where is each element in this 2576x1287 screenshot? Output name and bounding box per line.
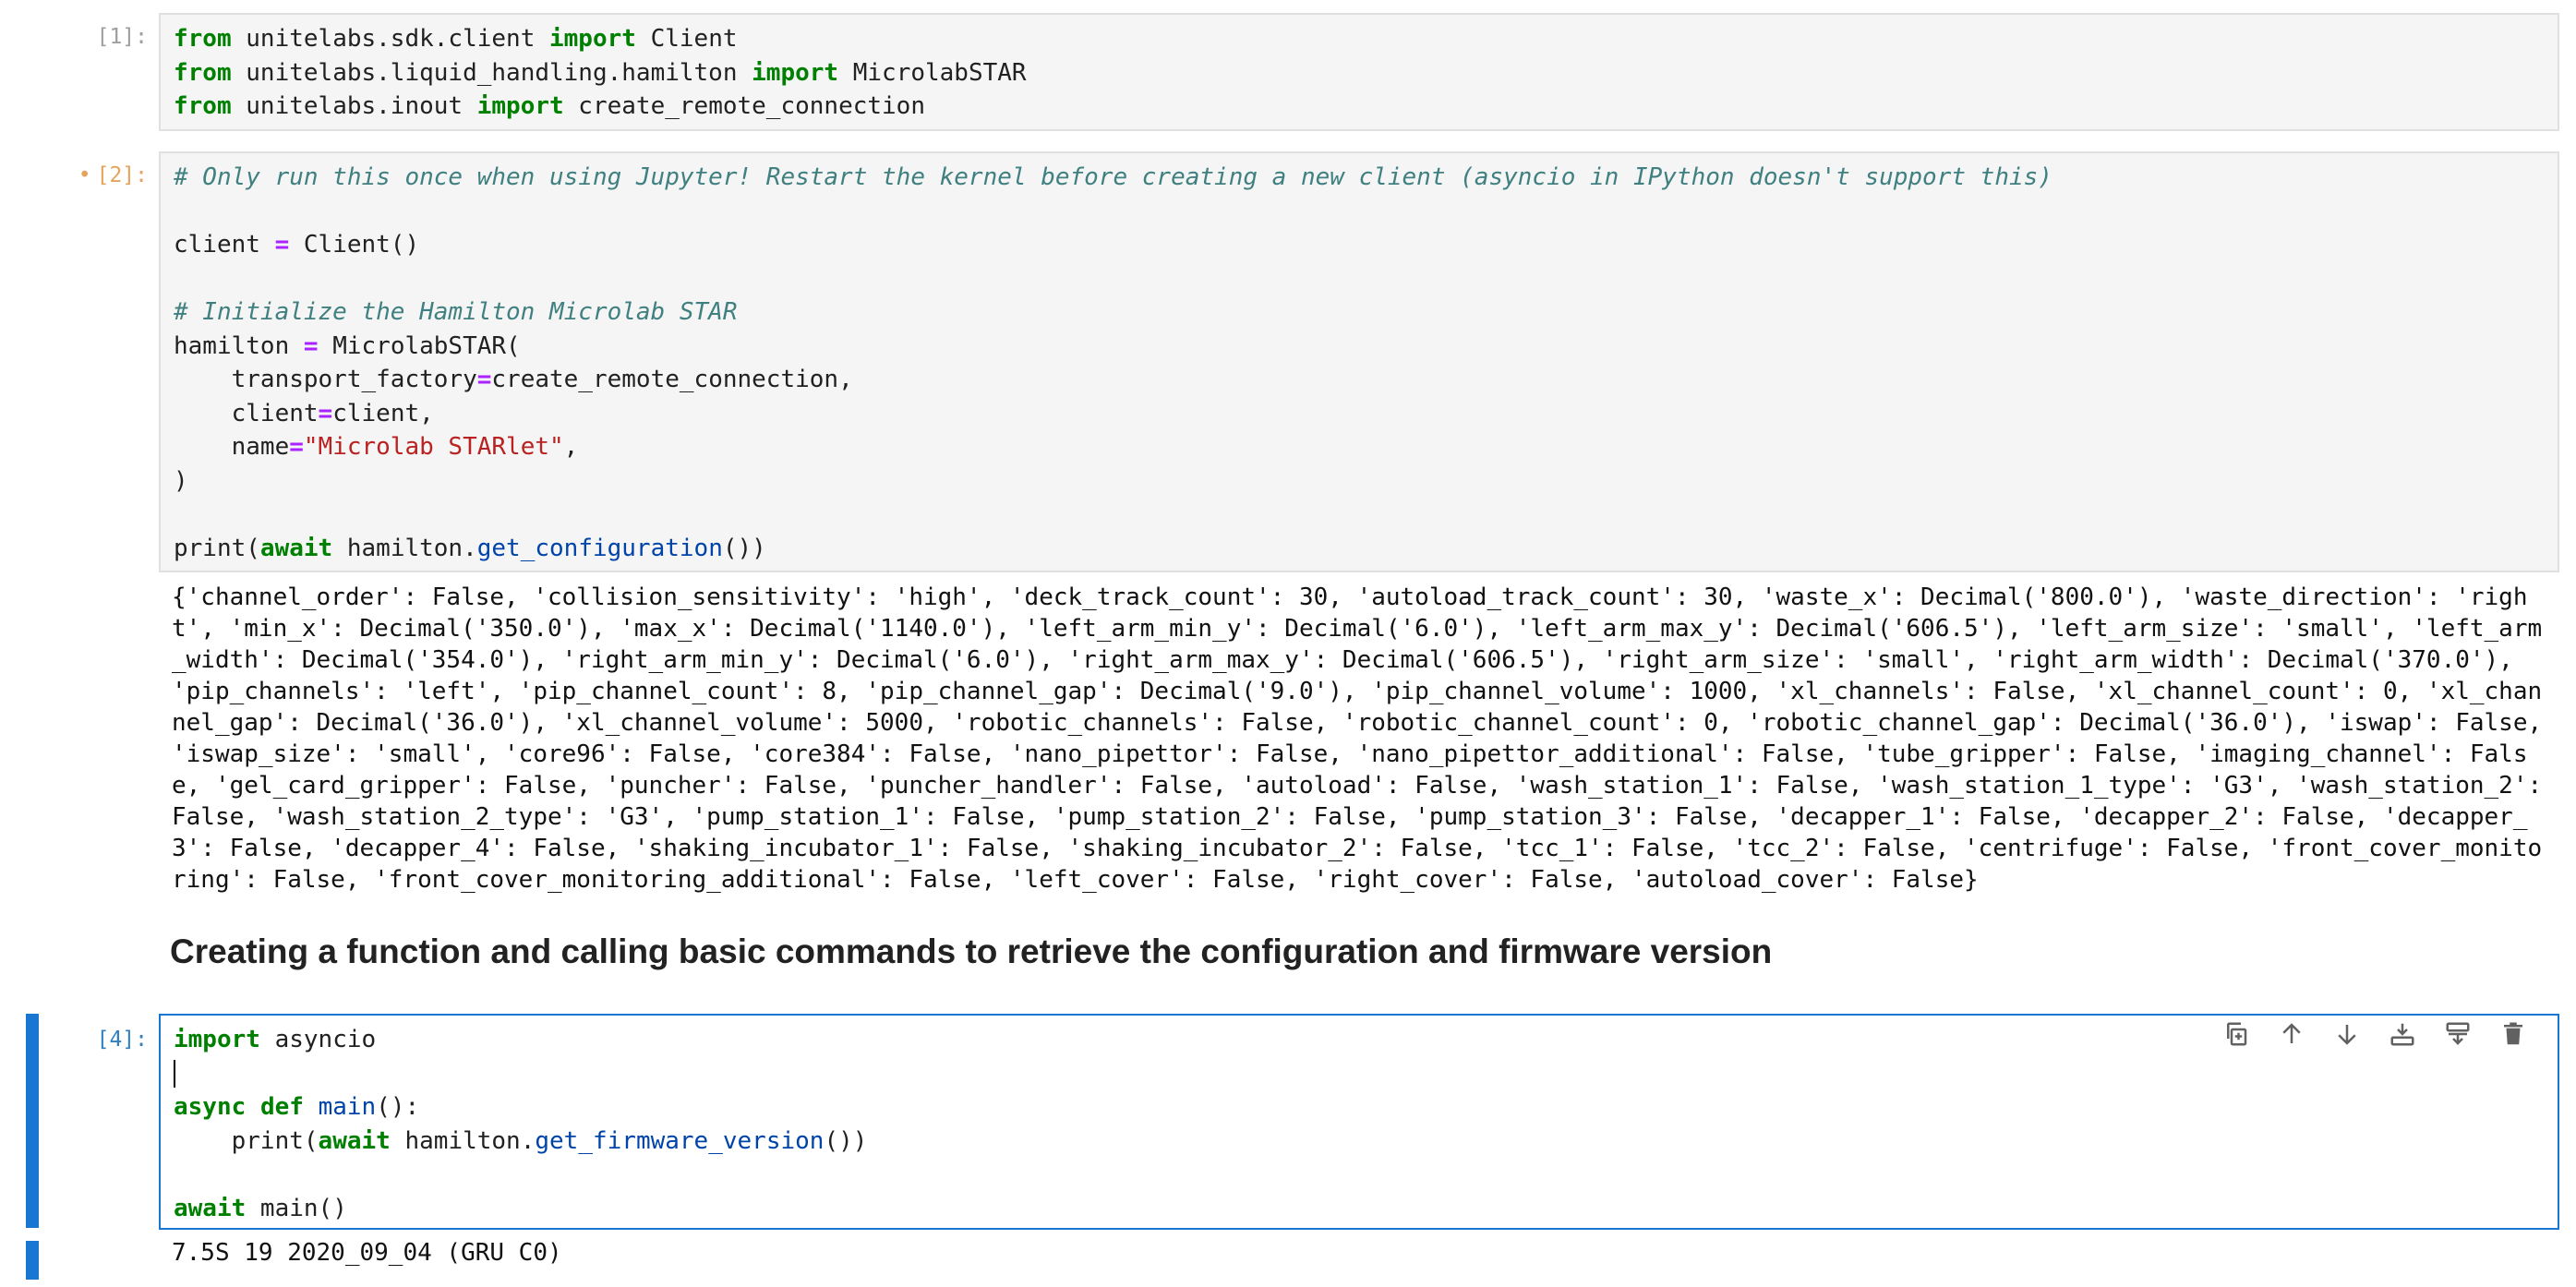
insert-above-button[interactable] [2438,1014,2478,1054]
insert-below-icon [2390,1023,2414,1046]
code-line: from unitelabs.liquid_handling.hamilton … [174,56,2545,90]
code-token: = [289,433,304,461]
code-token: unitelabs.liquid_handling.hamilton [231,58,752,87]
code-line: transport_factory=create_remote_connecti… [174,363,2545,397]
code-token: transport_factory [174,366,477,393]
code-token: print( [174,1126,319,1155]
move-up-button[interactable] [2271,1014,2312,1054]
code-token: # Initialize the Hamilton Microlab STAR [174,298,738,326]
code-token: get_configuration [476,534,723,562]
duplicate-button[interactable] [2216,1014,2257,1054]
cell-prompt-label: [2]: [96,163,148,187]
code-token: ()) [824,1126,868,1155]
move-up-icon [2282,1023,2301,1043]
cell-toolbar [2216,1014,2534,1054]
code-token: client [174,231,275,259]
code-token: main() [246,1194,347,1222]
code-token: await [174,1194,247,1222]
code-token: (): [376,1093,420,1121]
code-line: # Initialize the Hamilton Microlab STAR [174,295,2545,330]
code-token: hamilton [174,331,304,360]
running-indicator: • [78,163,91,187]
code-line [174,1057,2545,1091]
code-line: import asyncio [174,1023,2545,1057]
duplicate-icon [2227,1022,2247,1046]
code-line: client = Client() [174,228,2545,262]
code-line: client=client, [174,397,2545,431]
code-token: client, [332,399,434,427]
code-token: create_remote_connection [563,92,925,120]
code-token: unitelabs.inout [231,92,477,120]
code-editor[interactable]: import asyncio async def main(): print(aw… [159,1014,2559,1230]
code-token: = [318,399,333,427]
code-token: await [318,1126,391,1155]
notebook: [1]: from unitelabs.sdk.client import Cl… [0,0,2576,1287]
code-editor[interactable]: # Only run this once when using Jupyter!… [159,151,2559,572]
code-token: = [476,366,492,393]
code-token: create_remote_connection, [491,366,853,393]
code-token: ) [174,466,188,495]
code-line: from unitelabs.inout import create_remot… [174,90,2545,124]
code-token: hamilton. [332,534,477,562]
code-token: MicrolabSTAR( [318,331,521,360]
code-line: ) [174,464,2545,499]
move-down-icon [2338,1025,2356,1045]
code-token: import [476,92,564,120]
code-token: print( [174,534,260,562]
insert-above-icon [2446,1022,2470,1045]
code-line: name="Microlab STARlet", [174,430,2545,464]
code-token: from [174,58,232,87]
code-line: from unitelabs.sdk.client import Client [174,22,2545,56]
delete-icon [2504,1022,2522,1045]
cell-output: 7.5S 19 2020_09_04 (GRU C0) [172,1239,562,1267]
code-token: MicrolabSTAR [838,58,1027,87]
code-token: get_firmware_version [535,1126,825,1155]
cell-output: {'channel_order': False, 'collision_sens… [172,583,2557,894]
code-token: hamilton. [390,1126,536,1155]
code-editor[interactable]: from unitelabs.sdk.client import Client f… [159,13,2559,131]
code-token: main [318,1093,377,1121]
code-token: = [274,231,290,259]
code-line: print(await hamilton.get_configuration()… [174,532,2545,566]
code-token: , [563,433,579,461]
code-token: import [752,58,839,87]
code-token: client [174,399,319,427]
code-token: async [174,1093,247,1121]
code-token: from [174,25,232,53]
code-line: await main() [174,1192,2545,1226]
code-line: hamilton = MicrolabSTAR( [174,330,2545,364]
delete-button[interactable] [2493,1014,2534,1054]
code-token: def [259,1093,304,1121]
cell-prompt: • [2]: [0,159,148,192]
code-token: asyncio [259,1026,377,1053]
code-token: ()) [722,534,766,562]
move-down-button[interactable] [2327,1014,2367,1054]
text-cursor [174,1060,175,1088]
code-token: await [259,534,333,562]
code-line: print(await hamilton.get_firmware_versio… [174,1125,2545,1159]
insert-below-button[interactable] [2382,1014,2423,1054]
code-token: name [174,433,290,461]
code-line: # Only run this once when using Jupyter!… [174,161,2545,195]
cell-prompt: [4]: [96,1028,148,1052]
markdown-heading: Creating a function and calling basic co… [170,932,1773,970]
code-token: = [303,331,319,360]
code-token: import [549,25,636,53]
code-line: async def main(): [174,1090,2545,1125]
code-token: Client() [289,231,420,259]
code-token: from [174,92,232,120]
code-token: unitelabs.sdk.client [231,25,549,53]
cell-prompt: [1]: [96,25,148,49]
code-token: "Microlab STARlet" [303,433,564,461]
code-token: # Only run this once when using Jupyter!… [174,163,2052,191]
output-collapser[interactable] [26,1241,39,1280]
code-token: Client [635,25,738,53]
code-token: import [174,1026,260,1053]
